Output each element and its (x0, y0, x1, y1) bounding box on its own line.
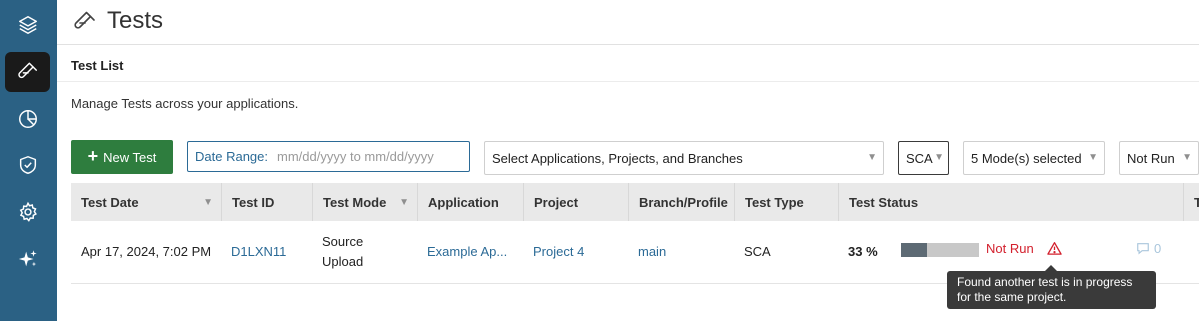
shield-check-icon (19, 156, 36, 174)
plus-icon: + (87, 146, 99, 166)
sidebar-item-tests[interactable] (5, 52, 50, 92)
sidebar-item-analytics[interactable] (5, 99, 50, 139)
applications-select[interactable]: Select Applications, Projects, and Branc… (484, 141, 884, 175)
column-header-test-mode[interactable]: Test Mode ▼ (312, 183, 417, 221)
warning-icon[interactable] (1047, 241, 1062, 256)
test-tube-icon (17, 62, 37, 79)
test-tube-icon (74, 11, 95, 29)
column-header-application[interactable]: Application (417, 183, 523, 221)
cell-project-link[interactable]: Project 4 (523, 221, 628, 283)
applications-select-value: Select Applications, Projects, and Branc… (492, 150, 743, 166)
test-mode-select-value: 5 Mode(s) selected (971, 150, 1082, 166)
cell-test-date: Apr 17, 2024, 7:02 PM (81, 244, 212, 259)
cell-branch-link[interactable]: main (628, 221, 734, 283)
column-header-test-status[interactable]: Test Status (838, 183, 1183, 221)
new-test-label: New Test (103, 149, 157, 165)
status-tooltip: Found another test is in progress for th… (947, 265, 1156, 309)
chevron-down-icon: ▼ (934, 152, 944, 163)
column-header-test-type[interactable]: Test Type (734, 183, 838, 221)
new-test-button[interactable]: + New Test (71, 140, 173, 174)
cell-test-id-link[interactable]: D1LXN11 (221, 221, 312, 283)
status-not-run: Not Run (986, 241, 1034, 256)
column-label: Test Type (745, 194, 804, 210)
section-description: Manage Tests across your applications. (71, 96, 299, 111)
chevron-down-icon: ▼ (867, 152, 877, 163)
test-mode-select[interactable]: 5 Mode(s) selected ▼ (963, 141, 1105, 175)
page-header: Tests (57, 0, 1199, 45)
column-header-test-date[interactable]: Test Date ▼ (71, 183, 221, 221)
cell-test-type: SCA (744, 244, 771, 259)
column-header-branch[interactable]: Branch/Profile (628, 183, 734, 221)
column-label: Project (534, 194, 579, 210)
sidebar-item-layers[interactable] (5, 5, 50, 45)
cell-application-link[interactable]: Example Ap... (417, 221, 523, 283)
date-range-placeholder: mm/dd/yyyy to mm/dd/yyyy (277, 149, 434, 164)
chevron-down-icon: ▼ (1088, 152, 1098, 163)
column-header-test-id[interactable]: Test ID (221, 183, 312, 221)
chevron-down-icon: ▼ (1182, 152, 1192, 163)
divider (57, 81, 1199, 82)
date-range-label: Date Range: (195, 149, 268, 164)
test-type-select[interactable]: SCA ▼ (898, 141, 949, 175)
sidebar-item-security[interactable] (5, 145, 50, 185)
layers-icon (18, 16, 37, 34)
column-label: Test ID (232, 194, 275, 210)
gear-icon (19, 201, 37, 222)
pie-chart-icon (18, 110, 37, 128)
section-title: Test List (71, 58, 124, 73)
column-label: Test Status (849, 194, 919, 210)
column-header-extra[interactable]: T (1183, 183, 1199, 221)
progress-bar-fill (901, 243, 927, 257)
cell-test-mode: Source Upload (322, 234, 364, 269)
comments-button[interactable]: 0 (1136, 241, 1161, 256)
date-range-input[interactable]: Date Range: mm/dd/yyyy to mm/dd/yyyy (187, 141, 470, 172)
status-select[interactable]: Not Run ▼ (1119, 141, 1199, 175)
comments-count: 0 (1154, 241, 1162, 256)
column-header-project[interactable]: Project (523, 183, 628, 221)
sparkles-icon (18, 250, 37, 267)
column-label: T (1194, 194, 1199, 210)
page-title: Tests (107, 7, 164, 34)
column-label: Test Mode (323, 194, 387, 210)
test-type-select-value: SCA (906, 150, 933, 166)
table-header: Test Date ▼ Test ID Test Mode ▼ Applicat… (71, 183, 1199, 221)
column-label: Test Date (81, 194, 139, 210)
tooltip-arrow (1045, 265, 1057, 271)
sidebar-item-settings[interactable] (5, 192, 50, 232)
sort-icon: ▼ (399, 197, 409, 208)
status-select-value: Not Run (1127, 150, 1175, 166)
tooltip-text: Found another test is in progress for th… (957, 275, 1133, 304)
sort-icon: ▼ (203, 197, 213, 208)
comment-icon (1137, 243, 1149, 255)
column-label: Branch/Profile (639, 194, 728, 210)
sidebar-item-ai[interactable] (5, 239, 50, 279)
progress-bar (901, 243, 979, 257)
progress-percent: 33 % (848, 244, 878, 259)
column-label: Application (428, 194, 499, 210)
sidebar (0, 0, 57, 321)
